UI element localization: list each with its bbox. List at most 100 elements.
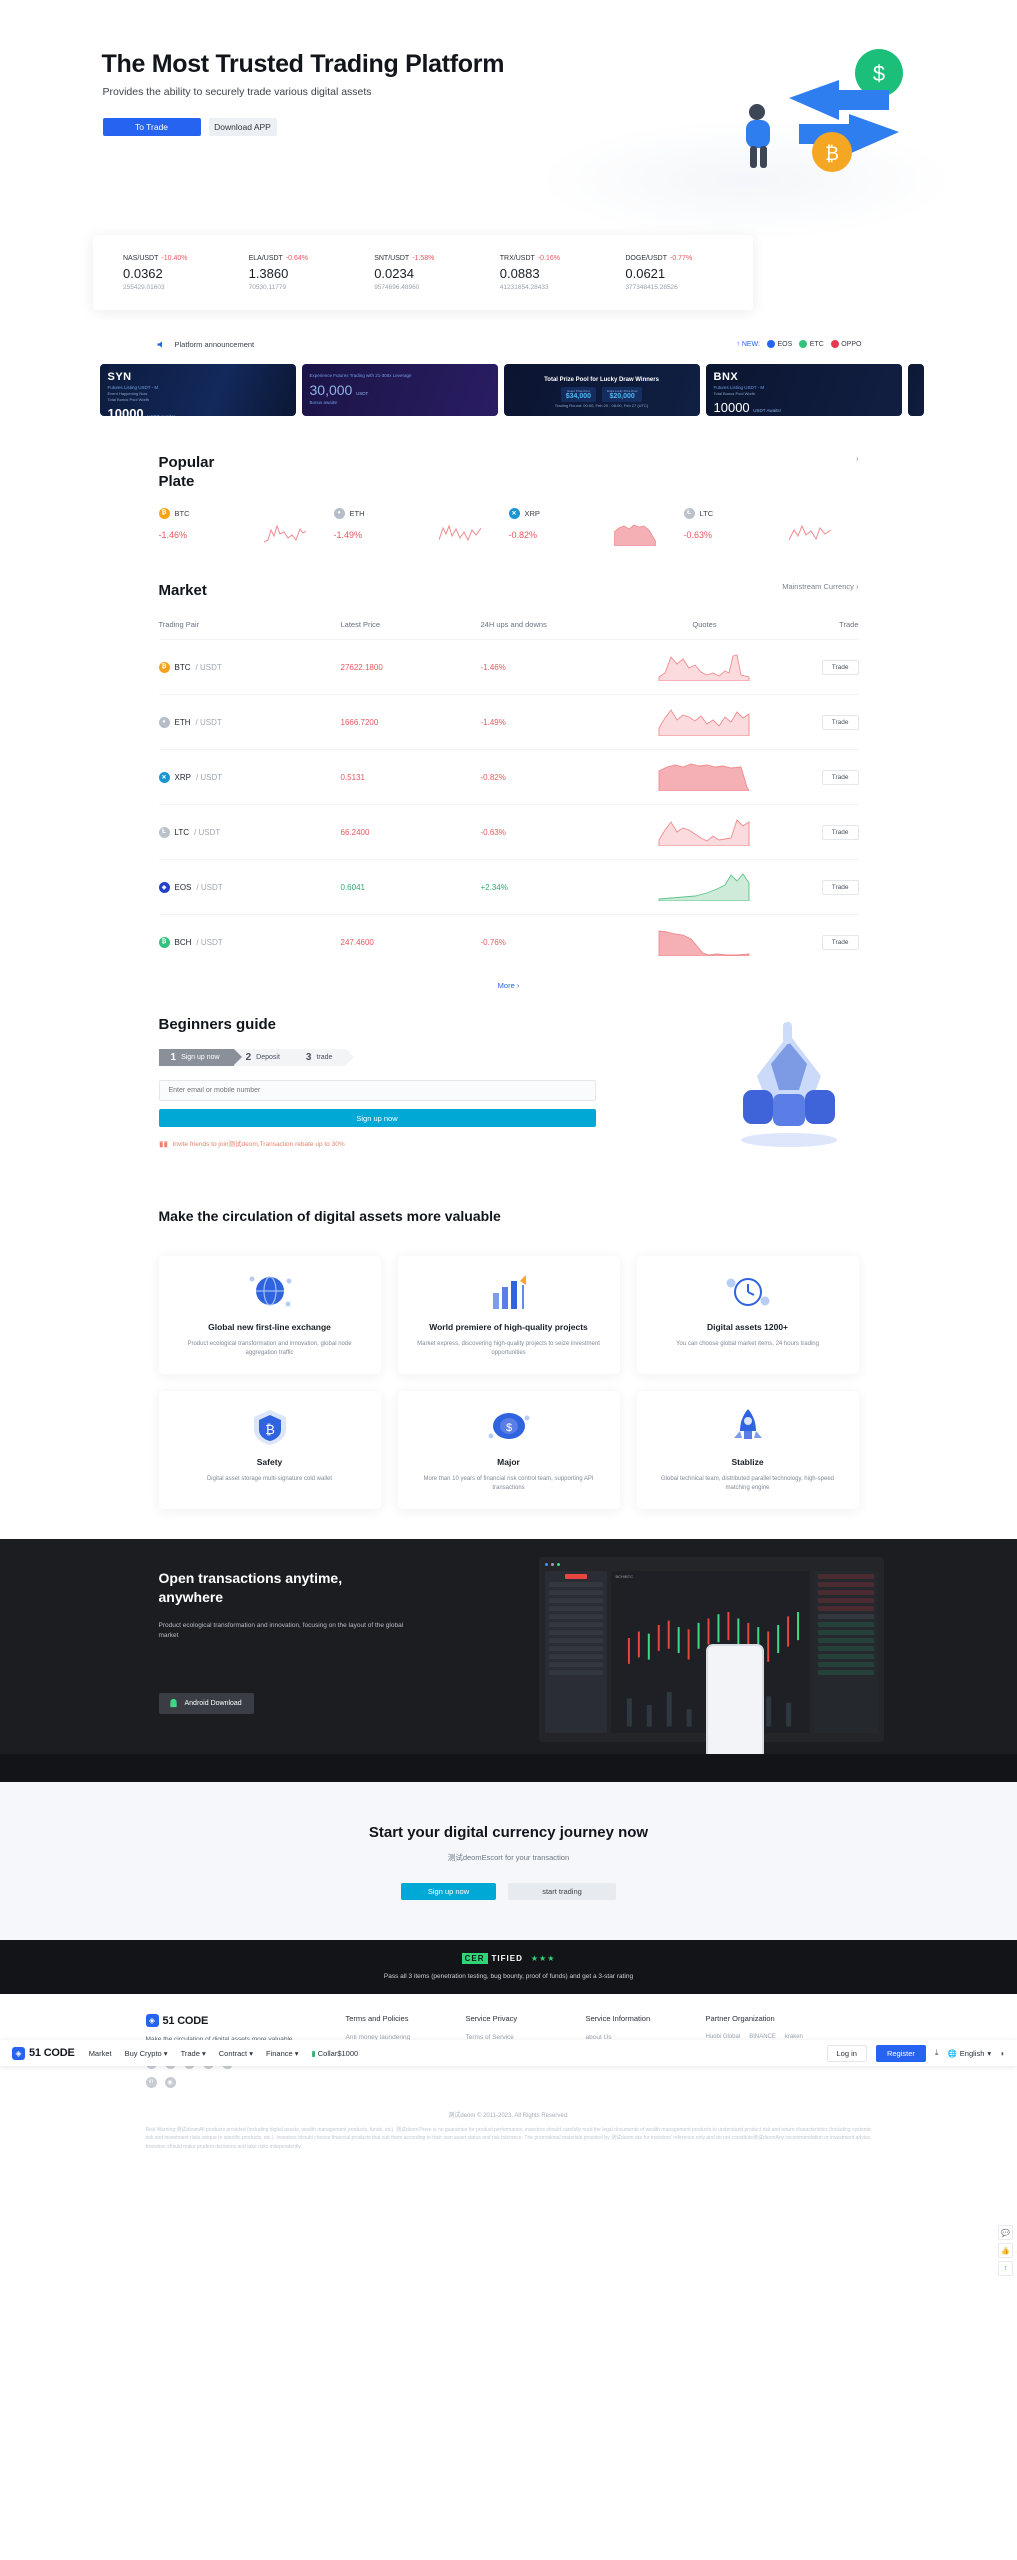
hero-cloud-decoration (537, 120, 957, 240)
xrp-icon: ✕ (158, 771, 170, 783)
table-row[interactable]: ✕ XRP / USDT 0.5131 -0.82% Trade (158, 749, 859, 805)
ticker-change: -0.64% (285, 254, 309, 262)
announcement-bar: Platform announcement ↑ NEW: EOS ETC OPP… (94, 332, 924, 356)
step-1[interactable]: 1 Sign up now (158, 1049, 242, 1066)
ticker-item[interactable]: TRX/USDT -0.16% 0.0883 41231654.28433 (486, 255, 612, 291)
nav-item-trade[interactable]: Trade ▾ (181, 2049, 206, 2058)
more-link[interactable]: More › (159, 981, 859, 990)
feature-title: Safety (256, 1457, 283, 1467)
ticker-price: 1.3860 (248, 265, 289, 281)
site-footer: ◈ 51 CODE Make the circulation of digita… (0, 1994, 1017, 2168)
step-2[interactable]: 2 Deposit (233, 1049, 303, 1066)
trade-button[interactable]: Trade (821, 879, 859, 895)
announcement-coin-eos[interactable]: EOS (766, 340, 792, 348)
promo-banner[interactable]: BNX Futures Listing USDT - M Total Bonus… (705, 364, 902, 416)
nav-item-finance[interactable]: Finance ▾ (266, 2049, 299, 2058)
promo-banner-carousel[interactable]: SYN Futures Listing USDT - M Event Happe… (94, 364, 924, 416)
register-button[interactable]: Register (875, 2044, 926, 2062)
ticker-item[interactable]: SNT/USDT -1.58% 0.0234 9574696.48960 (360, 255, 486, 291)
table-row[interactable]: Ł LTC / USDT 66.2400 -0.63% Trade (158, 804, 859, 860)
nav-item-buy-crypto[interactable]: Buy Crypto ▾ (125, 2049, 168, 2058)
table-header-row: Trading Pair Latest Price 24H ups and do… (159, 612, 859, 640)
promo-banner-partial[interactable] (907, 364, 924, 416)
trade-button[interactable]: Trade (821, 934, 859, 950)
ticker-volume: 255429.01603 (123, 283, 165, 291)
plate-card-btc[interactable]: ₿ BTC -1.46% (158, 507, 334, 552)
features-grid: Global new first-line exchange Product e… (158, 1256, 859, 1509)
sparkline-ltc (788, 524, 831, 540)
btc-icon: ₿ (158, 507, 170, 519)
price-ticker-bar: NAS/USDT -10.40% 0.0362 255429.01603 ELA/… (93, 235, 753, 310)
row-price: 1666.7200 (340, 694, 481, 750)
table-row[interactable]: ₿ BCH / USDT 247.4600 -0.76% Trade (158, 914, 859, 970)
table-row[interactable]: ₿ BTC / USDT 27622.1800 -1.46% Trade (158, 639, 859, 695)
star-rating: ★★★ (530, 1954, 556, 1963)
to-trade-button[interactable]: To Trade (102, 118, 201, 136)
like-icon[interactable]: 👍 (998, 2243, 1013, 2258)
plate-change: -1.46% (158, 529, 188, 540)
login-button[interactable]: Log in (826, 2044, 867, 2062)
feature-card[interactable]: Stablize Global technical team, distribu… (636, 1391, 859, 1509)
banner-footer: Trading Round: 00:00, Feb 20 - 08:00, Fe… (554, 403, 649, 408)
nav-item-market[interactable]: Market (89, 2049, 112, 2058)
eos-icon: ◈ (158, 881, 170, 893)
brand-logo[interactable]: ◈ 51 CODE (12, 2046, 75, 2060)
table-row[interactable]: ◈ EOS / USDT 0.6041 +2.34% Trade (158, 859, 859, 915)
footer-logo[interactable]: ◈ 51 CODE (145, 2014, 332, 2027)
promo-banner[interactable]: SYN Futures Listing USDT - M Event Happe… (99, 364, 296, 416)
nav-links: Market Buy Crypto ▾ Trade ▾ Contract ▾ F… (89, 2049, 359, 2058)
plate-card-ltc[interactable]: Ł LTC -0.63% (683, 507, 859, 552)
banner-pool-label: Total Bonus Pool Worth (713, 391, 756, 396)
announcement-coin-oppo[interactable]: OPPO (830, 340, 862, 348)
signup-email-input[interactable] (158, 1080, 596, 1101)
popular-next-arrow[interactable]: › (856, 454, 859, 463)
reddit-icon[interactable]: ◉ (164, 2076, 176, 2088)
nav-item-contract[interactable]: Contract ▾ (219, 2049, 253, 2058)
landing-page: The Most Trusted Trading Platform Provid… (0, 0, 1017, 2276)
beginners-guide-section: Beginners guide 1 Sign up now 2 Deposit 3t… (158, 1016, 859, 1148)
feature-card[interactable]: ₿ Safety Digital asset storage multi-sig… (158, 1391, 381, 1509)
trade-button[interactable]: Trade (821, 824, 859, 840)
trade-button[interactable]: Trade (821, 714, 859, 730)
announcement-label[interactable]: Platform announcement (175, 340, 255, 349)
chat-icon[interactable]: 💬 (998, 2225, 1013, 2240)
col-quotes: Quotes (692, 620, 717, 630)
ticker-item[interactable]: NAS/USDT -10.40% 0.0362 255429.01603 (109, 255, 235, 291)
feature-card[interactable]: World premiere of high-quality projects … (397, 1256, 620, 1374)
download-app-button[interactable]: Download APP (208, 118, 277, 136)
feature-card[interactable]: Global new first-line exchange Product e… (158, 1256, 381, 1374)
nav-item-collar[interactable]: ▮ Collar$1000 (312, 2049, 359, 2058)
row-price: 27622.1800 (340, 639, 481, 695)
mainstream-currency-link[interactable]: Mainstream Currency › (782, 582, 858, 591)
cta-start-trading-button[interactable]: start trading (508, 1883, 616, 1900)
language-selector[interactable]: 🌐 English ▾ (947, 2049, 991, 2058)
eth-icon: ♦ (333, 507, 345, 519)
linkedin-icon[interactable]: in (145, 2076, 157, 2088)
trade-button[interactable]: Trade (821, 769, 859, 785)
signup-now-button[interactable]: Sign up now (158, 1109, 596, 1127)
plate-card-xrp[interactable]: ✕ XRP -0.82% (508, 507, 684, 552)
trade-button[interactable]: Trade (821, 659, 859, 675)
table-row[interactable]: ♦ ETH / USDT 1666.7200 -1.49% Trade (158, 694, 859, 750)
announcement-new-tag: ↑ NEW: (736, 340, 760, 348)
cta-signup-button[interactable]: Sign up now (401, 1883, 496, 1900)
feature-card[interactable]: $ Major More than 10 years of financial … (397, 1391, 620, 1509)
theme-toggle-icon[interactable]: ◗ (1000, 2049, 1005, 2058)
ticker-item[interactable]: ELA/USDT -0.64% 1.3860 70530.11779 (235, 255, 361, 291)
download-icon[interactable]: ⤓ (935, 2048, 939, 2058)
promo-banner[interactable]: Experience Futures Trading with 21-300x … (301, 364, 498, 416)
clock-coins-icon (722, 1270, 774, 1314)
footer-heading: Terms and Policies (345, 2014, 409, 2023)
ticker-item[interactable]: DOGE/USDT -0.77% 0.0621 377348415.28526 (611, 255, 737, 291)
arrow-up-icon[interactable]: ↑ (998, 2261, 1013, 2276)
announcement-coin-etc[interactable]: ETC (799, 340, 824, 348)
row-change: -0.76% (480, 914, 635, 970)
plate-card-eth[interactable]: ♦ ETH -1.49% (333, 507, 509, 552)
feature-card[interactable]: Digital assets 1200+ You can choose glob… (636, 1256, 859, 1374)
chart-growth-icon (483, 1270, 535, 1314)
android-download-button[interactable]: Android Download (158, 1692, 254, 1714)
android-icon (169, 1698, 177, 1708)
promo-banner[interactable]: Total Prize Pool for Lucky Draw Winners … (503, 364, 700, 416)
banner-amount: 10000 USDT Awaits! (107, 406, 175, 416)
app-description: Product ecological transformation and in… (158, 1621, 404, 1639)
